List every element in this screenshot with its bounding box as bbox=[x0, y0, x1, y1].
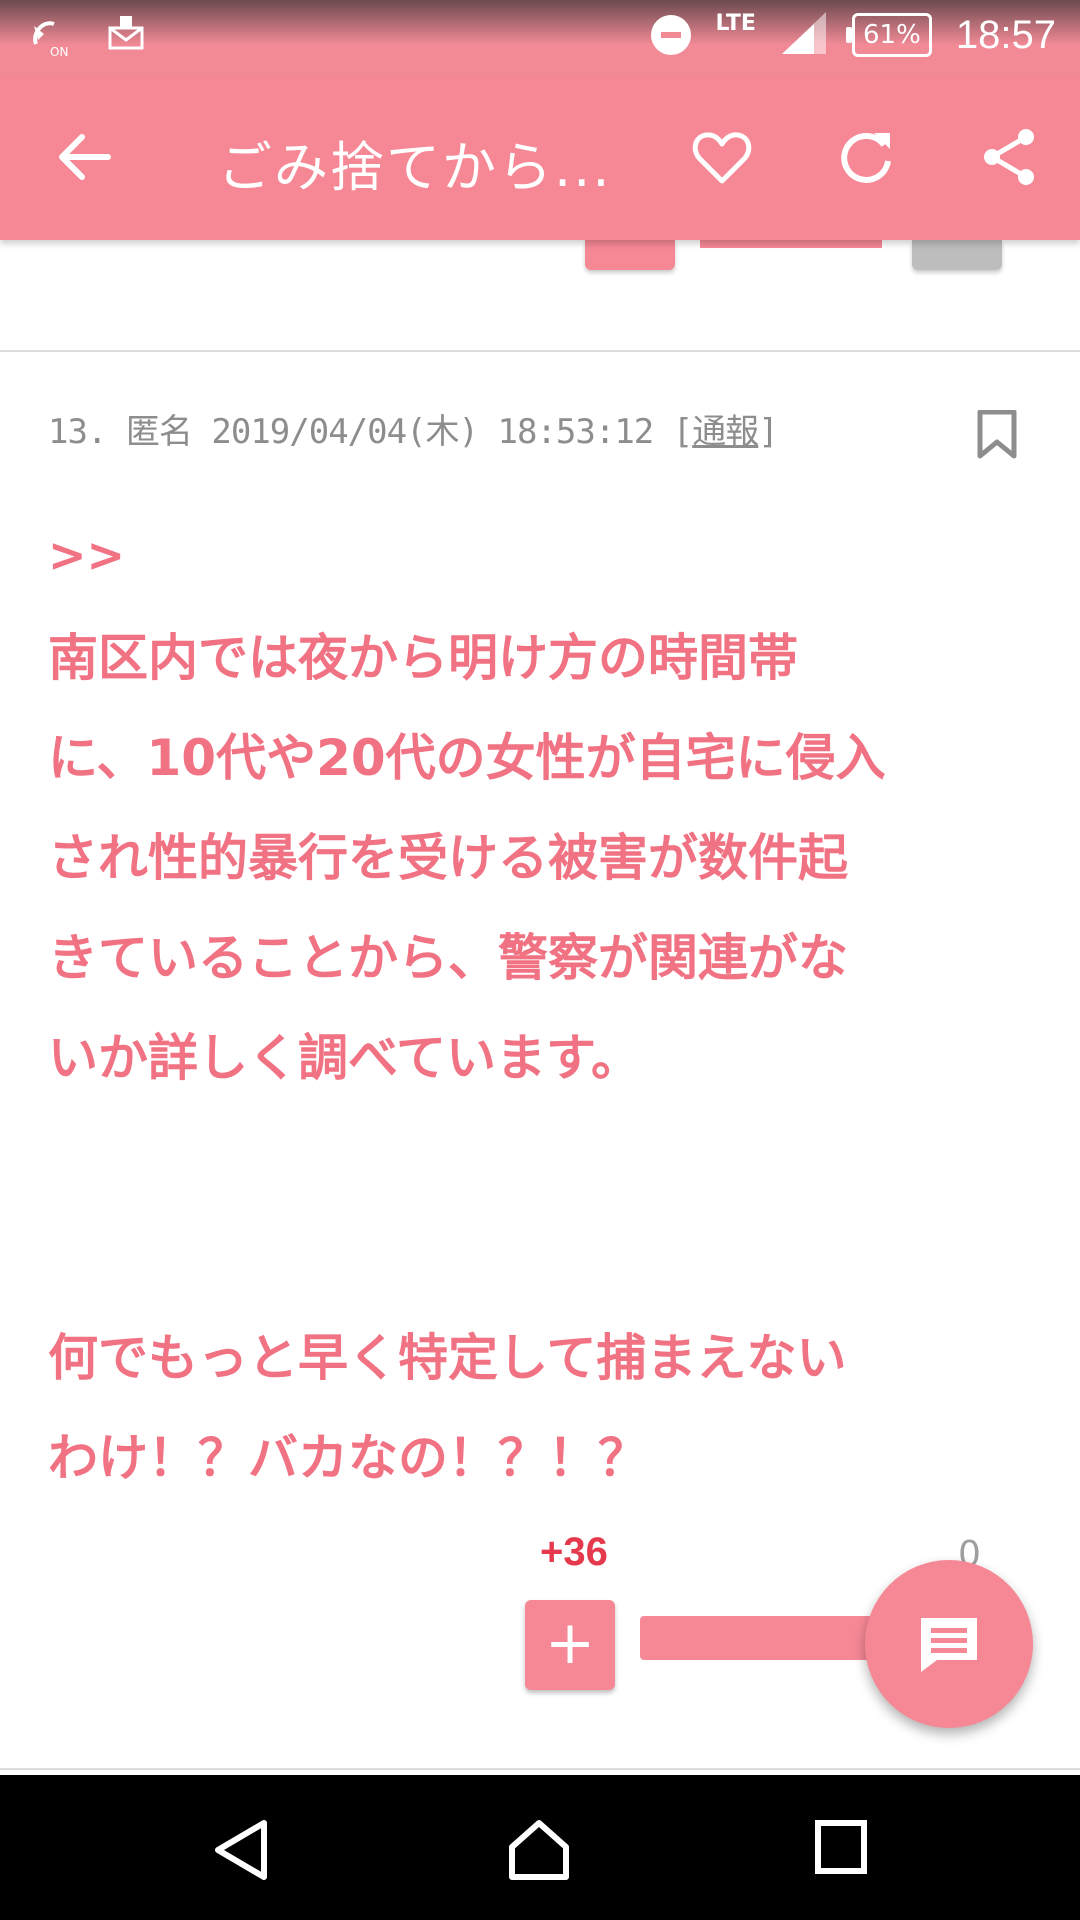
divider bbox=[0, 350, 1080, 352]
previous-vote-bar bbox=[700, 240, 882, 248]
mail-icon bbox=[106, 14, 146, 62]
previous-plus-button[interactable] bbox=[585, 240, 675, 270]
do-not-disturb-icon bbox=[651, 15, 692, 55]
share-icon[interactable] bbox=[978, 125, 1042, 193]
volte-on-icon: ON bbox=[28, 14, 72, 62]
battery-icon: 61% bbox=[845, 13, 932, 57]
signal-icon bbox=[780, 10, 828, 60]
report-link[interactable]: 通報 bbox=[692, 412, 759, 452]
clock: 18:57 bbox=[955, 12, 1056, 57]
previous-minus-button[interactable] bbox=[912, 240, 1002, 270]
navigation-bar bbox=[0, 1775, 1080, 1920]
page-title: ごみ捨てから... bbox=[218, 136, 612, 199]
bookmark-icon[interactable] bbox=[976, 409, 1018, 464]
network-type: LTE bbox=[715, 10, 756, 36]
comment-fab-button[interactable] bbox=[865, 1560, 1033, 1728]
comment-meta: 13. 匿名 2019/04/04(木) 18:53:12 [通報] bbox=[48, 404, 779, 453]
nav-recents-icon[interactable] bbox=[814, 1819, 868, 1879]
comment-datetime: 2019/04/04(木) 18:53:12 bbox=[211, 412, 654, 452]
quote-marker[interactable]: >> bbox=[48, 530, 1028, 580]
svg-text:ON: ON bbox=[50, 45, 68, 58]
comment-paragraph-2: 何でもっと早く特定して捕まえない わけ！？バカなの！？！？ bbox=[48, 1329, 847, 1487]
plus-vote-button[interactable]: + bbox=[525, 1600, 615, 1690]
comment-paragraph-1: 南区内では夜から明け方の時間帯 に、10代や20代の女性が自宅に侵入 され性的暴… bbox=[48, 629, 886, 1087]
heart-icon[interactable] bbox=[690, 125, 754, 193]
comment-number: 13. bbox=[48, 412, 107, 452]
previous-comment-controls bbox=[0, 240, 1080, 350]
app-bar: ごみ捨てから... bbox=[0, 75, 1080, 240]
divider-bottom bbox=[0, 1768, 1080, 1770]
plus-vote-count: +36 bbox=[540, 1530, 608, 1574]
refresh-icon[interactable] bbox=[834, 125, 898, 193]
report-link-close: ] bbox=[758, 412, 779, 452]
back-arrow-icon[interactable] bbox=[52, 125, 116, 193]
report-link-open: [ bbox=[672, 412, 694, 452]
vote-ratio-bar bbox=[640, 1616, 900, 1660]
comment-author: 匿名 bbox=[125, 412, 193, 452]
comment-body: >> 南区内では夜から明け方の時間帯 に、10代や20代の女性が自宅に侵入 され… bbox=[48, 530, 1028, 1508]
nav-back-icon[interactable] bbox=[212, 1819, 270, 1885]
nav-home-icon[interactable] bbox=[508, 1819, 570, 1885]
status-bar: ON LTE 61% 18:57 bbox=[0, 0, 1080, 75]
